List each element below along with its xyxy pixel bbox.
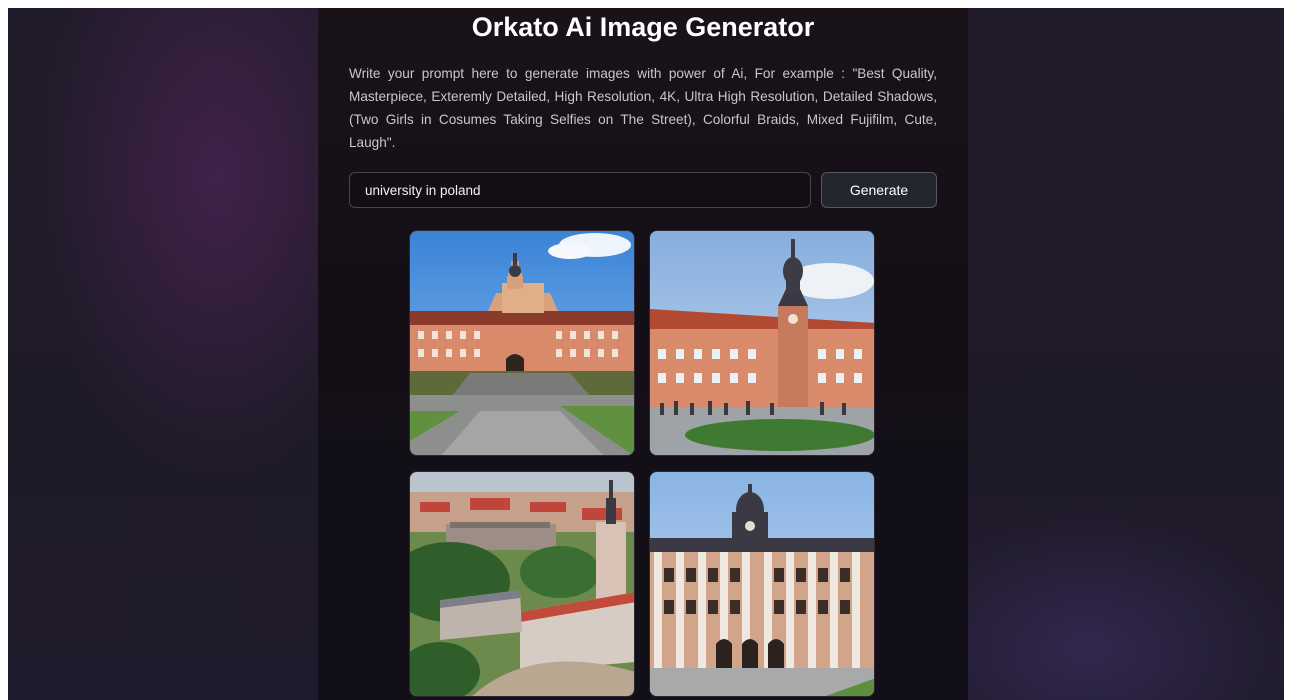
generated-image-3-picture <box>410 472 634 696</box>
generated-image-2-picture <box>650 231 874 455</box>
prompt-description: Write your prompt here to generate image… <box>349 66 937 150</box>
generate-button[interactable]: Generate <box>821 172 937 208</box>
app-background: Orkato Ai Image Generator Write your pro… <box>8 8 1284 700</box>
generated-image-3[interactable] <box>409 471 635 697</box>
prompt-input[interactable] <box>349 172 811 208</box>
page-title: Orkato Ai Image Generator <box>471 12 815 42</box>
generated-image-4[interactable] <box>649 471 875 697</box>
generated-image-4-picture <box>650 472 874 696</box>
main-panel: Orkato Ai Image Generator Write your pro… <box>318 8 968 700</box>
generated-image-2[interactable] <box>649 230 875 456</box>
generated-image-1-picture <box>410 231 634 455</box>
generated-image-1[interactable] <box>409 230 635 456</box>
